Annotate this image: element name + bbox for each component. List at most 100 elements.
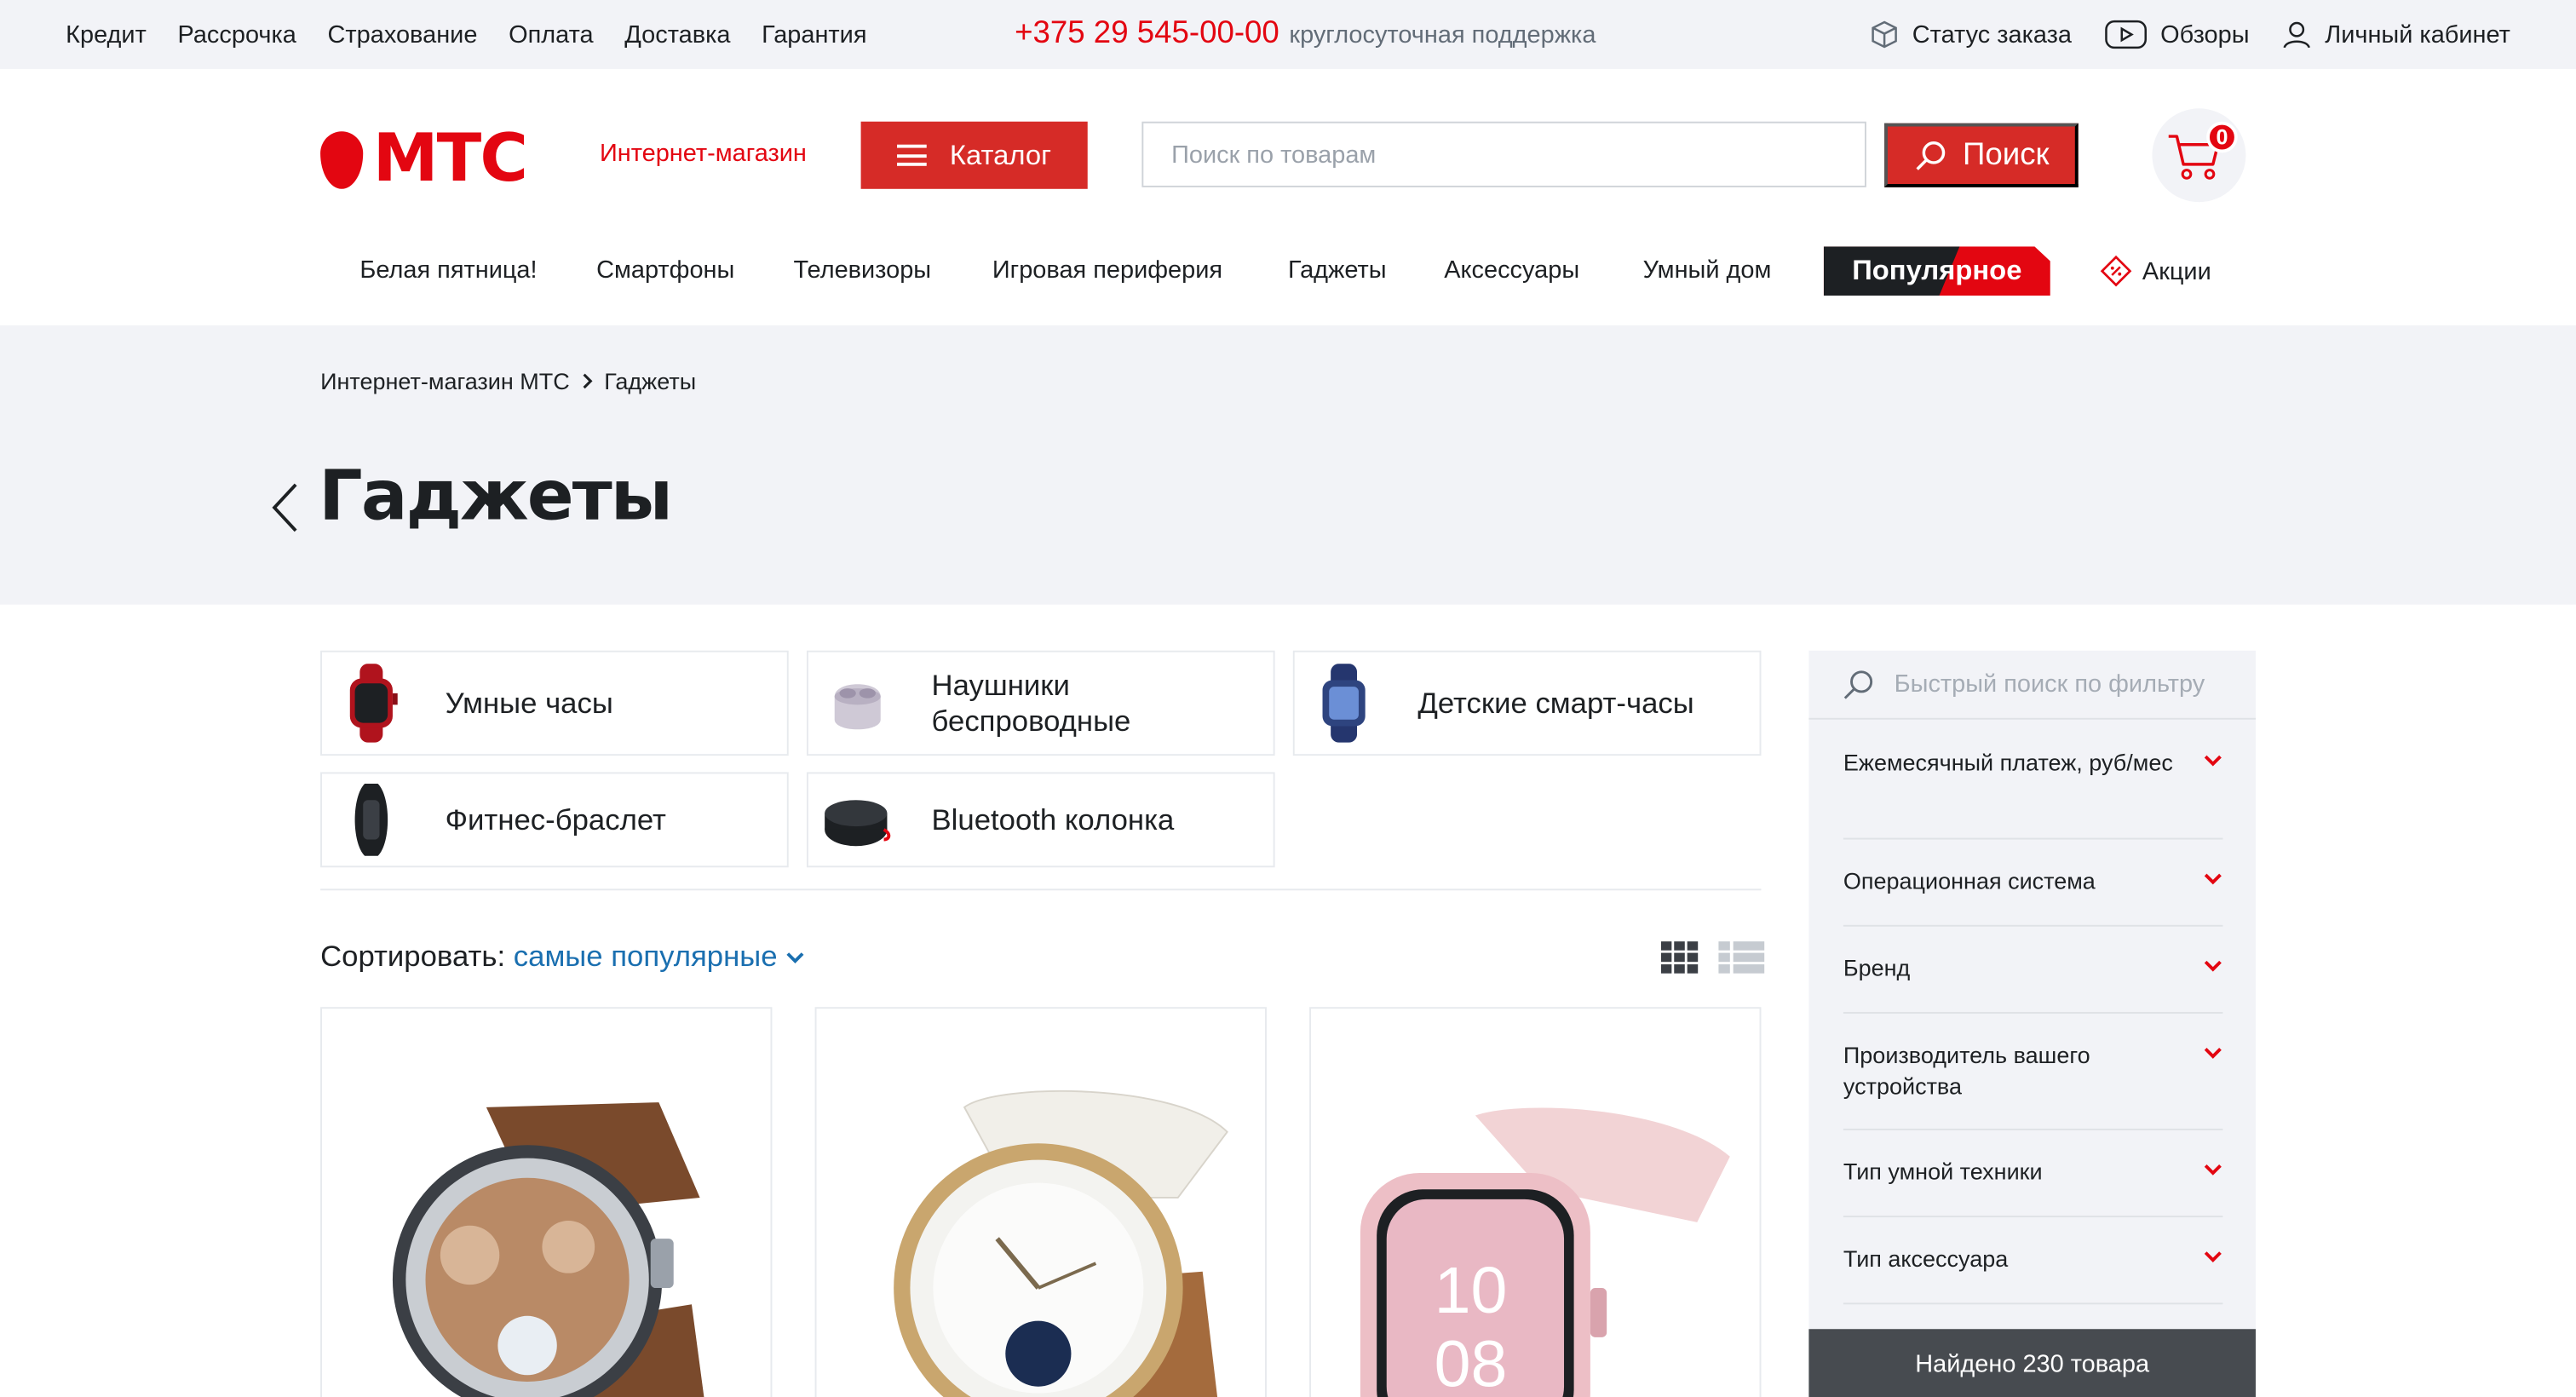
sort-value[interactable]: самые популярные	[514, 940, 778, 974]
filter-panel: Быстрый поиск по фильтру Ежемесячный пла…	[1808, 650, 2256, 1397]
filter-row-brand[interactable]: Бренд	[1843, 953, 2223, 1014]
top-right-links: Статус заказа Обзоры Личный кабинет	[1870, 20, 2510, 49]
user-icon	[2282, 20, 2312, 49]
smartwatch-icon	[335, 664, 407, 743]
chevron-down-icon	[785, 951, 805, 963]
filter-row-label: Тип умной техники	[1843, 1158, 2043, 1185]
watch-image-icon	[849, 1083, 1244, 1397]
top-link-payment[interactable]: Оплата	[509, 20, 594, 49]
nav-item-popular[interactable]: Популярное	[1823, 246, 2050, 296]
product-card[interactable]	[814, 1007, 1267, 1397]
chevron-down-icon	[2203, 1250, 2222, 1263]
account-link[interactable]: Личный кабинет	[2282, 20, 2510, 49]
product-card[interactable]	[320, 1007, 773, 1397]
cart-button[interactable]: 0	[2152, 108, 2246, 203]
top-utility-bar: Кредит Рассрочка Страхование Оплата Дост…	[0, 0, 2576, 70]
category-tile-bluetooth-speaker[interactable]: Bluetooth колонка	[806, 772, 1275, 868]
chevron-down-icon	[2203, 754, 2222, 767]
category-label: Наушники беспроводные	[931, 668, 1131, 738]
category-tile-kids-watches[interactable]: Детские смарт-часы	[1292, 650, 1762, 756]
top-link-insurance[interactable]: Страхование	[328, 20, 478, 49]
top-link-warranty[interactable]: Гарантия	[762, 20, 866, 49]
search-icon	[1913, 139, 1946, 172]
divider	[320, 888, 1762, 891]
nav-item-smartphones[interactable]: Смартфоны	[596, 256, 734, 285]
category-label: Умные часы	[445, 687, 613, 720]
order-status-link[interactable]: Статус заказа	[1870, 20, 2072, 49]
breadcrumb-current: Гаджеты	[604, 368, 697, 394]
filter-search-input[interactable]: Быстрый поиск по фильтру	[1808, 651, 2256, 720]
filter-row-label: Производитель вашего устройства	[1843, 1041, 2090, 1100]
account-label: Личный кабинет	[2325, 20, 2510, 49]
category-tile-wireless-earbuds[interactable]: Наушники беспроводные	[806, 650, 1275, 756]
sort-control[interactable]: Сортировать: самые популярные	[320, 940, 805, 974]
support-phone: +375 29 545-00-00 круглосуточная поддерж…	[1015, 16, 1596, 52]
tag-icon	[2100, 255, 2133, 288]
category-label: Bluetooth колонка	[931, 803, 1175, 836]
chevron-left-icon	[269, 481, 299, 534]
svg-text:08: 08	[1435, 1328, 1508, 1397]
search-input[interactable]: Поиск по товарам	[1141, 121, 1866, 187]
fitness-band-icon	[335, 780, 407, 859]
filter-row-accessory-type[interactable]: Тип аксессуара	[1843, 1244, 2223, 1305]
filter-row-os[interactable]: Операционная система	[1843, 865, 2223, 927]
category-tile-smart-watches[interactable]: Умные часы	[320, 650, 789, 756]
filter-row-label: Ежемесячный платеж, руб/мес	[1843, 749, 2173, 776]
order-status-label: Статус заказа	[1912, 20, 2073, 49]
breadcrumb: Интернет-магазин МТС Гаджеты	[320, 368, 696, 394]
page-title: Гаджеты	[319, 455, 673, 536]
watch-image-icon	[355, 1099, 750, 1397]
product-card[interactable]: 10 08	[1309, 1007, 1762, 1397]
nav-item-gaming[interactable]: Игровая периферия	[992, 256, 1222, 285]
grid-view-button[interactable]	[1660, 941, 1699, 982]
chevron-down-icon	[2203, 872, 2222, 885]
category-tile-fitness-band[interactable]: Фитнес-браслет	[320, 772, 789, 868]
nav-item-black-friday[interactable]: Белая пятница!	[359, 256, 537, 285]
top-link-credit[interactable]: Кредит	[66, 20, 147, 49]
chevron-down-icon	[2203, 1047, 2222, 1060]
catalog-button[interactable]: Каталог	[860, 121, 1088, 189]
earbuds-icon	[821, 664, 894, 743]
phone-note: круглосуточная поддержка	[1289, 21, 1596, 49]
reviews-link[interactable]: Обзоры	[2105, 20, 2250, 49]
nav-item-accessories[interactable]: Аксессуары	[1444, 256, 1579, 285]
filter-row-device-maker[interactable]: Производитель вашего устройства	[1843, 1040, 2223, 1130]
search-button-label: Поиск	[1963, 137, 2050, 172]
chevron-right-icon	[581, 373, 593, 389]
search-button[interactable]: Поиск	[1884, 123, 2079, 187]
nav-item-smart-home[interactable]: Умный дом	[1643, 256, 1772, 285]
category-label: Фитнес-браслет	[445, 803, 666, 836]
category-label: Детские смарт-часы	[1417, 687, 1694, 720]
box-icon	[1870, 20, 1900, 49]
filter-row-monthly-payment[interactable]: Ежемесячный платеж, руб/мес	[1843, 748, 2223, 840]
filter-row-smart-tech-type[interactable]: Тип умной техники	[1843, 1157, 2223, 1218]
back-button[interactable]	[269, 481, 299, 542]
sort-label: Сортировать:	[320, 940, 506, 973]
nav-item-promo[interactable]: Акции	[2100, 255, 2211, 288]
promo-label: Акции	[2142, 256, 2211, 285]
breadcrumb-home[interactable]: Интернет-магазин МТС	[320, 368, 570, 394]
list-view-button[interactable]	[1718, 941, 1765, 982]
found-results-label: Найдено 230 товара	[1915, 1349, 2150, 1378]
popular-label: Популярное	[1852, 254, 2022, 286]
filter-row-label: Тип аксессуара	[1843, 1245, 2009, 1272]
search-icon	[1842, 668, 1875, 701]
nav-item-gadgets[interactable]: Гаджеты	[1288, 256, 1387, 285]
nav-item-tvs[interactable]: Телевизоры	[794, 256, 932, 285]
speaker-icon	[821, 780, 894, 859]
top-links: Кредит Рассрочка Страхование Оплата Дост…	[66, 20, 866, 49]
filter-search-placeholder: Быстрый поиск по фильтру	[1894, 670, 2205, 698]
found-results-button[interactable]: Найдено 230 товара	[1808, 1329, 2256, 1397]
reviews-label: Обзоры	[2160, 20, 2250, 49]
top-link-installment[interactable]: Рассрочка	[177, 20, 296, 49]
chevron-down-icon	[2203, 959, 2222, 972]
list-icon	[1718, 941, 1765, 974]
phone-number[interactable]: +375 29 545-00-00	[1015, 16, 1279, 52]
catalog-label: Каталог	[949, 138, 1052, 170]
chevron-down-icon	[2203, 1163, 2222, 1176]
logo-egg-icon	[320, 130, 364, 188]
mts-logo[interactable]: МТС	[320, 121, 528, 198]
top-link-delivery[interactable]: Доставка	[624, 20, 730, 49]
logo-text: МТС	[372, 121, 528, 198]
watch-image-icon: 10 08	[1344, 1107, 1739, 1397]
